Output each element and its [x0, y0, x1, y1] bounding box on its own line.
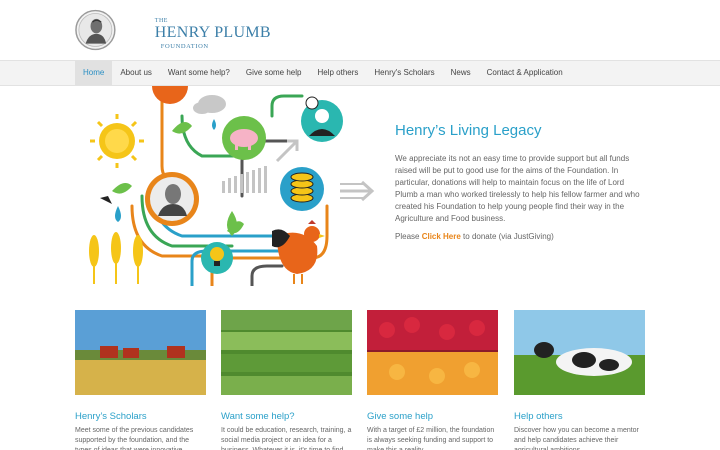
main-nav: Home About us Want some help? Give some …	[0, 60, 720, 86]
logo-sub: FOUNDATION	[160, 43, 209, 50]
card-text: With a target of £2 million, the foundat…	[367, 427, 495, 450]
card-text: Discover how you can become a mentor and…	[514, 427, 639, 450]
donate-prefix: Please	[395, 232, 422, 241]
card-help-others[interactable]: Help others Discover how you can become …	[514, 310, 645, 450]
harvest-field-image[interactable]	[75, 310, 206, 395]
feature-cards: Henry’s Scholars Meet some of the previo…	[75, 310, 647, 450]
person-icon	[301, 96, 343, 142]
card-text: Meet some of the previous candidates sup…	[75, 427, 194, 450]
card-scholars[interactable]: Henry’s Scholars Meet some of the previo…	[75, 310, 206, 450]
sun-icon	[90, 114, 144, 168]
hero-body: We appreciate its not an easy time to pr…	[395, 154, 640, 223]
card-want-help[interactable]: Want some help? It could be education, r…	[221, 310, 352, 450]
logo-name: HENRY PLUMB	[154, 24, 271, 41]
card-title[interactable]: Henry’s Scholars	[75, 411, 206, 422]
nav-item-want-some-help[interactable]: Want some help?	[160, 61, 238, 85]
logo-wordmark: THE HENRY PLUMB FOUNDATION	[117, 8, 271, 52]
nav-item-henrys-scholars[interactable]: Henry's Scholars	[366, 61, 442, 85]
rooster-icon	[272, 220, 325, 284]
nav-item-contact[interactable]: Contact & Application	[479, 61, 571, 85]
portrait-icon	[145, 172, 199, 226]
cloud-icon	[193, 95, 226, 114]
nav-item-about-us[interactable]: About us	[112, 61, 160, 85]
nav-item-give-some-help[interactable]: Give some help	[238, 61, 310, 85]
card-title[interactable]: Want some help?	[221, 411, 352, 422]
site-logo[interactable]: THE HENRY PLUMB FOUNDATION	[74, 6, 271, 54]
site-header: THE HENRY PLUMB FOUNDATION	[0, 0, 720, 60]
donate-line: Please Click Here to donate (via JustGiv…	[395, 231, 645, 243]
card-title[interactable]: Help others	[514, 411, 645, 422]
portrait-seal-icon	[75, 9, 116, 51]
nav-item-home[interactable]: Home	[75, 61, 113, 85]
coins-icon	[280, 167, 324, 211]
hero-content: Henry’s Living Legacy We appreciate its …	[395, 122, 645, 243]
wheat-icon	[89, 232, 143, 284]
nav-item-help-others[interactable]: Help others	[309, 61, 366, 85]
card-text: It could be education, research, trainin…	[221, 427, 352, 450]
donate-suffix: to donate (via JustGiving)	[460, 232, 554, 241]
nav-list: Home About us Want some help? Give some …	[75, 61, 571, 85]
nav-item-news[interactable]: News	[443, 61, 479, 85]
card-give-help[interactable]: Give some help With a target of £2 milli…	[367, 310, 498, 450]
pig-icon	[222, 116, 266, 160]
donate-link[interactable]: Click Here	[422, 232, 461, 241]
berries-image[interactable]	[367, 310, 498, 395]
hero-illustration	[89, 86, 375, 286]
card-title[interactable]: Give some help	[367, 411, 498, 422]
lightbulb-icon	[201, 242, 233, 274]
bars-icon	[222, 166, 267, 193]
green-fields-image[interactable]	[221, 310, 352, 395]
hero-title: Henry’s Living Legacy	[395, 122, 542, 139]
cows-image[interactable]	[514, 310, 645, 395]
